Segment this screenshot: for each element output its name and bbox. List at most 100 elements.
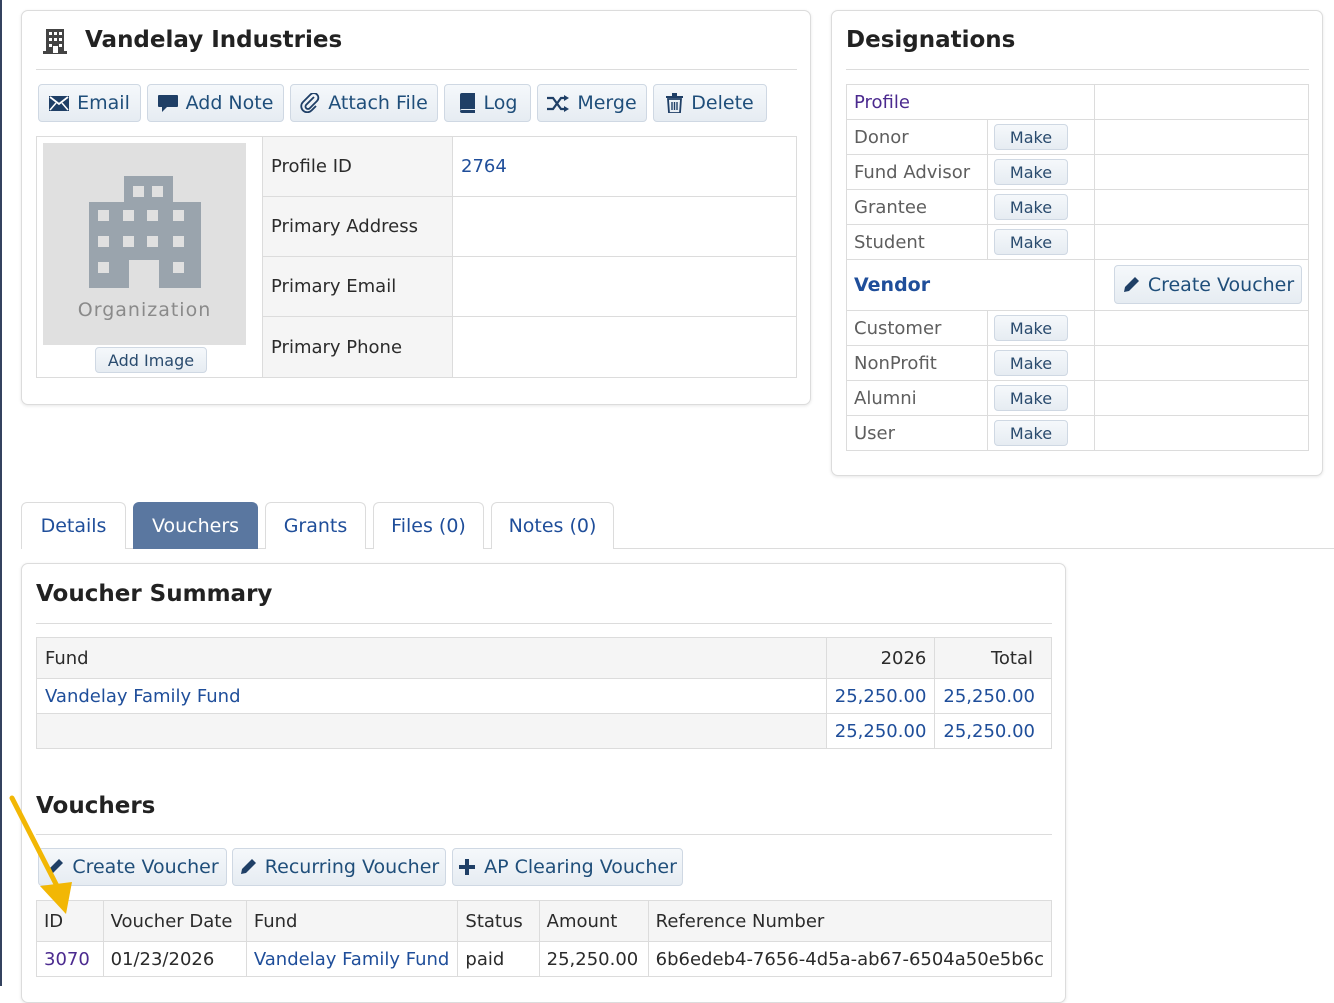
summary-divider: [36, 623, 1052, 624]
vouchers-header-date: Voucher Date: [102, 900, 247, 942]
vouchers-header-fund: Fund: [245, 900, 459, 942]
recurring-voucher-button[interactable]: Recurring Voucher: [232, 848, 446, 886]
profile-id-link[interactable]: 2764: [461, 156, 507, 177]
make-grantee-button[interactable]: Make: [994, 194, 1068, 220]
book-icon: [459, 93, 475, 113]
make-alumni-button[interactable]: Make: [994, 385, 1068, 411]
tab-files[interactable]: Files (0): [373, 502, 484, 549]
summary-fund-link[interactable]: Vandelay Family Fund: [45, 686, 241, 707]
pencil-icon: [1123, 276, 1139, 292]
merge-label: Merge: [577, 92, 637, 114]
profile-designation-link[interactable]: Profile: [854, 92, 910, 113]
email-button[interactable]: Email: [38, 84, 141, 122]
add-note-label: Add Note: [185, 92, 274, 114]
profile-id-value: 2764: [452, 136, 797, 197]
tab-notes[interactable]: Notes (0): [491, 502, 614, 549]
ap-clearing-voucher-button[interactable]: AP Clearing Voucher: [452, 848, 683, 886]
pencil-icon: [240, 859, 256, 874]
primary-phone-value: [452, 316, 797, 378]
make-fund-advisor-button[interactable]: Make: [994, 159, 1068, 185]
totals-year-link[interactable]: 25,250.00: [835, 721, 927, 742]
vendor-create-voucher-button[interactable]: Create Voucher: [1114, 265, 1302, 304]
voucher-summary-title: Voucher Summary: [36, 581, 273, 607]
tab-details[interactable]: Details: [21, 502, 126, 549]
make-donor-button[interactable]: Make: [994, 124, 1068, 150]
envelope-icon: [49, 95, 70, 111]
summary-year-value: 25,250.00: [825, 678, 936, 714]
email-label: Email: [77, 92, 130, 114]
delete-label: Delete: [691, 92, 754, 114]
ap-clearing-voucher-label: AP Clearing Voucher: [484, 856, 677, 878]
voucher-fund-link[interactable]: Vandelay Family Fund: [254, 949, 450, 970]
voucher-status-cell: paid: [457, 941, 540, 977]
make-student-button[interactable]: Make: [994, 229, 1068, 255]
voucher-summary-table: Fund 2026 Total Vandelay Family Fund 25,…: [36, 637, 1052, 749]
designation-vendor: Vendor: [846, 259, 1095, 311]
summary-totals-year: 25,250.00: [825, 713, 936, 749]
summary-year-link[interactable]: 25,250.00: [835, 686, 927, 707]
designation-grantee: Grantee: [846, 189, 988, 225]
make-customer-button[interactable]: Make: [994, 315, 1068, 341]
totals-total-link[interactable]: 25,250.00: [943, 721, 1035, 742]
merge-button[interactable]: Merge: [537, 84, 647, 122]
primary-address-value: [452, 196, 797, 257]
plus-icon: [459, 859, 476, 875]
designations-title: Designations: [846, 27, 1016, 53]
designation-user: User: [846, 415, 988, 451]
attach-file-button[interactable]: Attach File: [290, 84, 438, 122]
log-label: Log: [483, 92, 518, 114]
designation-fund-advisor: Fund Advisor: [846, 154, 988, 190]
log-button[interactable]: Log: [444, 84, 531, 122]
shuffle-icon: [547, 94, 570, 112]
make-user-button[interactable]: Make: [994, 420, 1068, 446]
table-row: 3070 01/23/2026 Vandelay Family Fund pai…: [36, 941, 1053, 977]
annotation-arrow-icon: [9, 795, 72, 914]
profile-designation-empty: [1094, 84, 1309, 120]
designation-nonprofit: NonProfit: [846, 345, 988, 381]
voucher-id-link[interactable]: 3070: [44, 949, 90, 970]
designation-student: Student: [846, 224, 988, 260]
tab-grants[interactable]: Grants: [265, 502, 366, 549]
comment-icon: [157, 94, 178, 112]
primary-email-value: [452, 256, 797, 317]
organization-name: Vandelay Industries: [85, 27, 343, 53]
vouchers-header-amount: Amount: [538, 900, 649, 942]
organization-placeholder-image: Organization: [43, 143, 246, 345]
designations-divider: [846, 69, 1309, 70]
summary-totals-total: 25,250.00: [934, 713, 1052, 749]
summary-header-year: 2026: [825, 637, 936, 679]
summary-total-value: 25,250.00: [934, 678, 1052, 714]
primary-phone-label: Primary Phone: [262, 316, 453, 378]
voucher-amount-cell: 25,250.00: [538, 941, 649, 977]
voucher-date-cell: 01/23/2026: [102, 941, 247, 977]
image-cell: Organization Add Image: [36, 136, 263, 378]
paperclip-icon: [300, 93, 320, 113]
attach-file-label: Attach File: [328, 92, 428, 114]
voucher-reference-cell: 6b6edeb4-7656-4d5a-ab67-6504a50e5b6c: [647, 941, 1053, 977]
title-divider: [36, 69, 797, 70]
vendor-create-voucher-label: Create Voucher: [1147, 273, 1295, 296]
vouchers-header-reference: Reference Number: [647, 900, 1053, 942]
vendor-link[interactable]: Vendor: [854, 274, 930, 296]
tab-vouchers[interactable]: Vouchers: [133, 502, 258, 549]
primary-email-label: Primary Email: [262, 256, 453, 317]
profile-table: Organization Add Image Profile ID 2764 P…: [36, 136, 797, 378]
summary-header-fund: Fund: [36, 637, 827, 679]
designations-table: Profile Donor Make Fund Advisor Make Gra…: [846, 84, 1309, 451]
building-icon: [89, 176, 201, 288]
voucher-id-cell: 3070: [36, 941, 104, 977]
make-nonprofit-button[interactable]: Make: [994, 350, 1068, 376]
summary-header-total: Total: [934, 637, 1052, 679]
delete-button[interactable]: Delete: [653, 84, 767, 122]
primary-address-label: Primary Address: [262, 196, 453, 257]
placeholder-label: Organization: [77, 299, 212, 321]
vouchers-table: ID Voucher Date Fund Status Amount Refer…: [36, 900, 1053, 977]
create-voucher-label: Create Voucher: [72, 856, 219, 878]
add-image-button[interactable]: Add Image: [95, 347, 207, 373]
add-note-button[interactable]: Add Note: [147, 84, 284, 122]
building-icon: [42, 27, 68, 60]
recurring-voucher-label: Recurring Voucher: [264, 856, 440, 878]
designation-donor: Donor: [846, 119, 988, 155]
summary-total-link[interactable]: 25,250.00: [943, 686, 1035, 707]
vouchers-header-status: Status: [457, 900, 540, 942]
